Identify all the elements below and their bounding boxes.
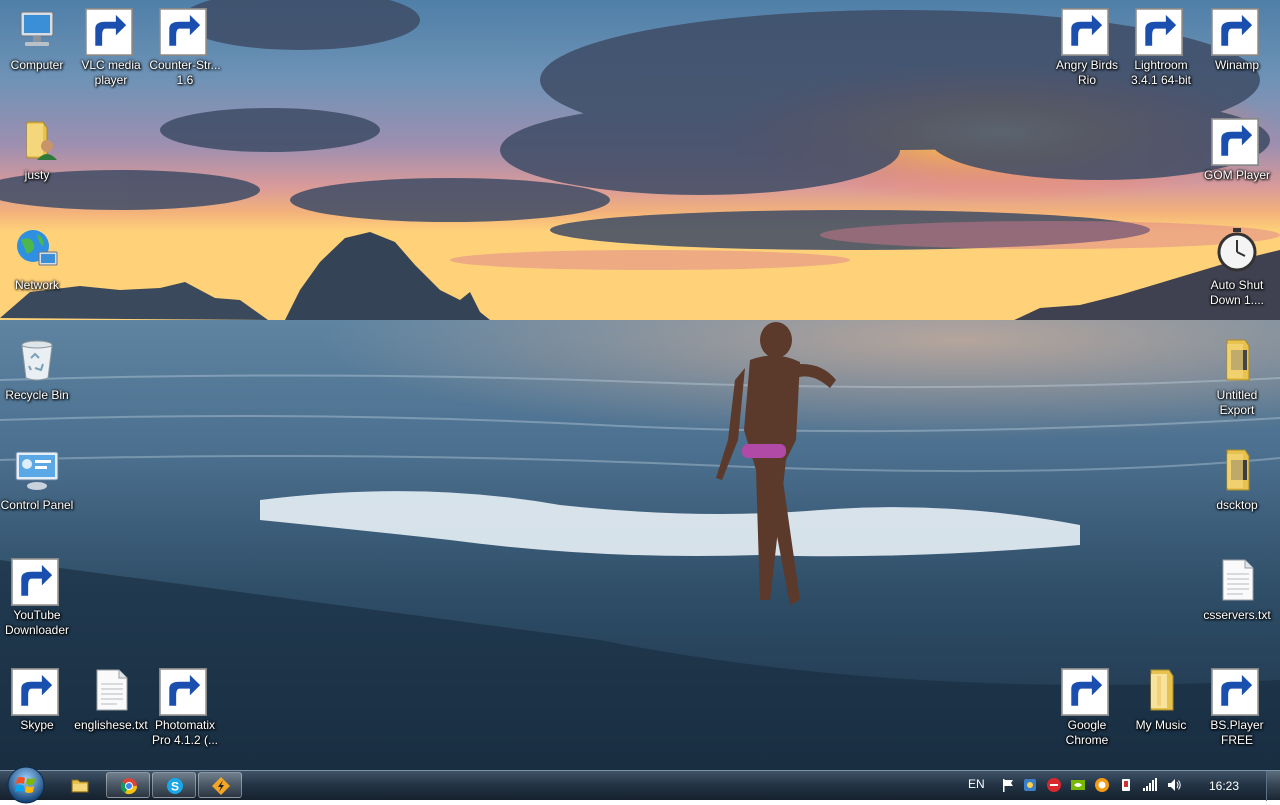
language-indicator[interactable]: EN [968, 777, 985, 791]
skype-icon: S [167, 778, 183, 794]
desktop-icon-skype[interactable]: S Skype [0, 660, 74, 764]
winamp-icon [212, 777, 230, 795]
shortcut-arrow-icon [11, 558, 59, 606]
desktop[interactable] [0, 0, 1280, 770]
desktop-icon-dscktop[interactable]: dscktop [1200, 440, 1274, 544]
desktop-icon-label: YouTube Downloader [4, 608, 70, 637]
recycle-bin-icon [21, 340, 53, 381]
desktop-icon-label: dscktop [1216, 498, 1258, 512]
desktop-icon-winamp[interactable]: Winamp [1200, 0, 1274, 104]
start-button[interactable] [6, 765, 46, 805]
desktop-icon-auto-shut-down[interactable]: Auto Shut Down 1.... [1200, 220, 1274, 324]
desktop-icon-label: Control Panel [0, 498, 74, 512]
desktop-icon-computer[interactable]: Computer [0, 0, 74, 104]
action-center-flag-icon[interactable] [1000, 777, 1016, 793]
desktop-icon-angry-birds[interactable]: Angry Birds Rio [1050, 0, 1124, 104]
taskbar: S EN 16:23 [0, 766, 1280, 804]
shortcut-arrow-icon [1211, 668, 1259, 716]
color-picker-tray-icon[interactable] [1022, 777, 1038, 793]
desktop-icon-label: Lightroom 3.4.1 64-bit [1130, 58, 1192, 87]
control-panel-icon [15, 451, 59, 490]
desktop-icon-englishese[interactable]: englishese.txt [74, 660, 148, 764]
folder-icon [1150, 669, 1174, 711]
volume-icon[interactable] [1166, 777, 1182, 793]
desktop-icon-lightroom[interactable]: Lr Lightroom 3.4.1 64-bit [1124, 0, 1198, 104]
wallpaper-beach-sunset [0, 0, 1280, 770]
shortcut-arrow-icon [1211, 8, 1259, 56]
gom-tray-icon[interactable] [1094, 777, 1110, 793]
desktop-icon-label: BS.Player FREE [1210, 718, 1264, 747]
taskbar-button-skype[interactable]: S [152, 772, 196, 798]
folder-icon [1226, 339, 1250, 381]
taskbar-button-explorer[interactable] [58, 772, 102, 798]
shortcut-arrow-icon [1211, 118, 1259, 166]
desktop-icon-justy[interactable]: justy [0, 110, 74, 214]
desktop-icon-google-chrome[interactable]: Google Chrome [1050, 660, 1124, 764]
desktop-icon-gom-player[interactable]: GOM Player [1200, 110, 1274, 214]
shortcut-arrow-icon [11, 668, 59, 716]
shortcut-arrow-icon [159, 668, 207, 716]
network-icon [17, 230, 58, 266]
desktop-icon-my-music[interactable]: My Music [1124, 660, 1198, 764]
desktop-icon-bsplayer[interactable]: BS BS.Player FREE [1200, 660, 1274, 764]
shortcut-arrow-icon [1061, 668, 1109, 716]
computer-icon [20, 11, 54, 46]
desktop-icon-vlc[interactable]: VLC media player [74, 0, 148, 104]
text-file-icon [96, 669, 128, 711]
shortcut-arrow-icon [1135, 8, 1183, 56]
desktop-icon-counter-strike[interactable]: Counter-Str... 1.6 [148, 0, 222, 104]
desktop-icon-label: Computer [10, 58, 64, 72]
clock[interactable]: 16:23 [1204, 779, 1244, 793]
desktop-icon-csservers[interactable]: csservers.txt [1200, 550, 1274, 654]
desktop-icon-label: My Music [1135, 718, 1187, 732]
desktop-icon-youtube-downloader[interactable]: YouTube Downloader [0, 550, 74, 654]
stop-tray-icon[interactable] [1046, 777, 1062, 793]
taskbar-button-winamp[interactable] [198, 772, 242, 798]
desktop-icon-label: VLC media player [81, 58, 141, 87]
desktop-icon-label: justy [24, 168, 50, 182]
chrome-icon [120, 778, 138, 795]
desktop-icon-label: Photomatix Pro 4.1.2 (... [151, 718, 219, 747]
desktop-icon-label: GOM Player [1203, 168, 1270, 182]
desktop-icon-label: Auto Shut Down 1.... [1209, 278, 1265, 307]
network-signal-icon[interactable] [1142, 777, 1158, 793]
desktop-icon-label: Winamp [1214, 58, 1259, 72]
desktop-icon-label: Google Chrome [1065, 718, 1109, 747]
desktop-icon-label: Network [14, 278, 59, 292]
desktop-icon-label: csservers.txt [1203, 608, 1271, 622]
desktop-icon-label: Counter-Str... 1.6 [149, 58, 221, 87]
desktop-icon-label: Skype [20, 718, 54, 732]
taskbar-button-chrome[interactable] [106, 772, 150, 798]
show-desktop-button[interactable] [1266, 771, 1280, 801]
desktop-icon-network[interactable]: Network [0, 220, 74, 324]
folder-icon [1226, 449, 1250, 491]
nvidia-tray-icon[interactable] [1070, 777, 1086, 793]
folder-icon [71, 779, 89, 793]
shortcut-arrow-icon [1061, 8, 1109, 56]
user-folder-icon [26, 121, 57, 160]
desktop-icon-label: Recycle Bin [5, 388, 69, 402]
desktop-icon-recycle-bin[interactable]: Recycle Bin [0, 330, 74, 434]
desktop-icon-control-panel[interactable]: Control Panel [0, 440, 74, 544]
desktop-icon-label: Untitled Export [1216, 388, 1258, 417]
device-tray-icon[interactable] [1118, 777, 1134, 793]
alarm-clock-icon [1217, 228, 1257, 272]
shortcut-arrow-icon [85, 8, 133, 56]
desktop-icon-label: Angry Birds Rio [1055, 58, 1119, 87]
shortcut-arrow-icon [159, 8, 207, 56]
svg-text:S: S [171, 780, 179, 794]
desktop-icon-untitled-export[interactable]: Untitled Export [1200, 330, 1274, 434]
desktop-icon-label: englishese.txt [74, 718, 148, 732]
desktop-icon-photomatix[interactable]: Photomatix Pro 4.1.2 (... [148, 660, 222, 764]
text-file-icon [1222, 559, 1254, 601]
